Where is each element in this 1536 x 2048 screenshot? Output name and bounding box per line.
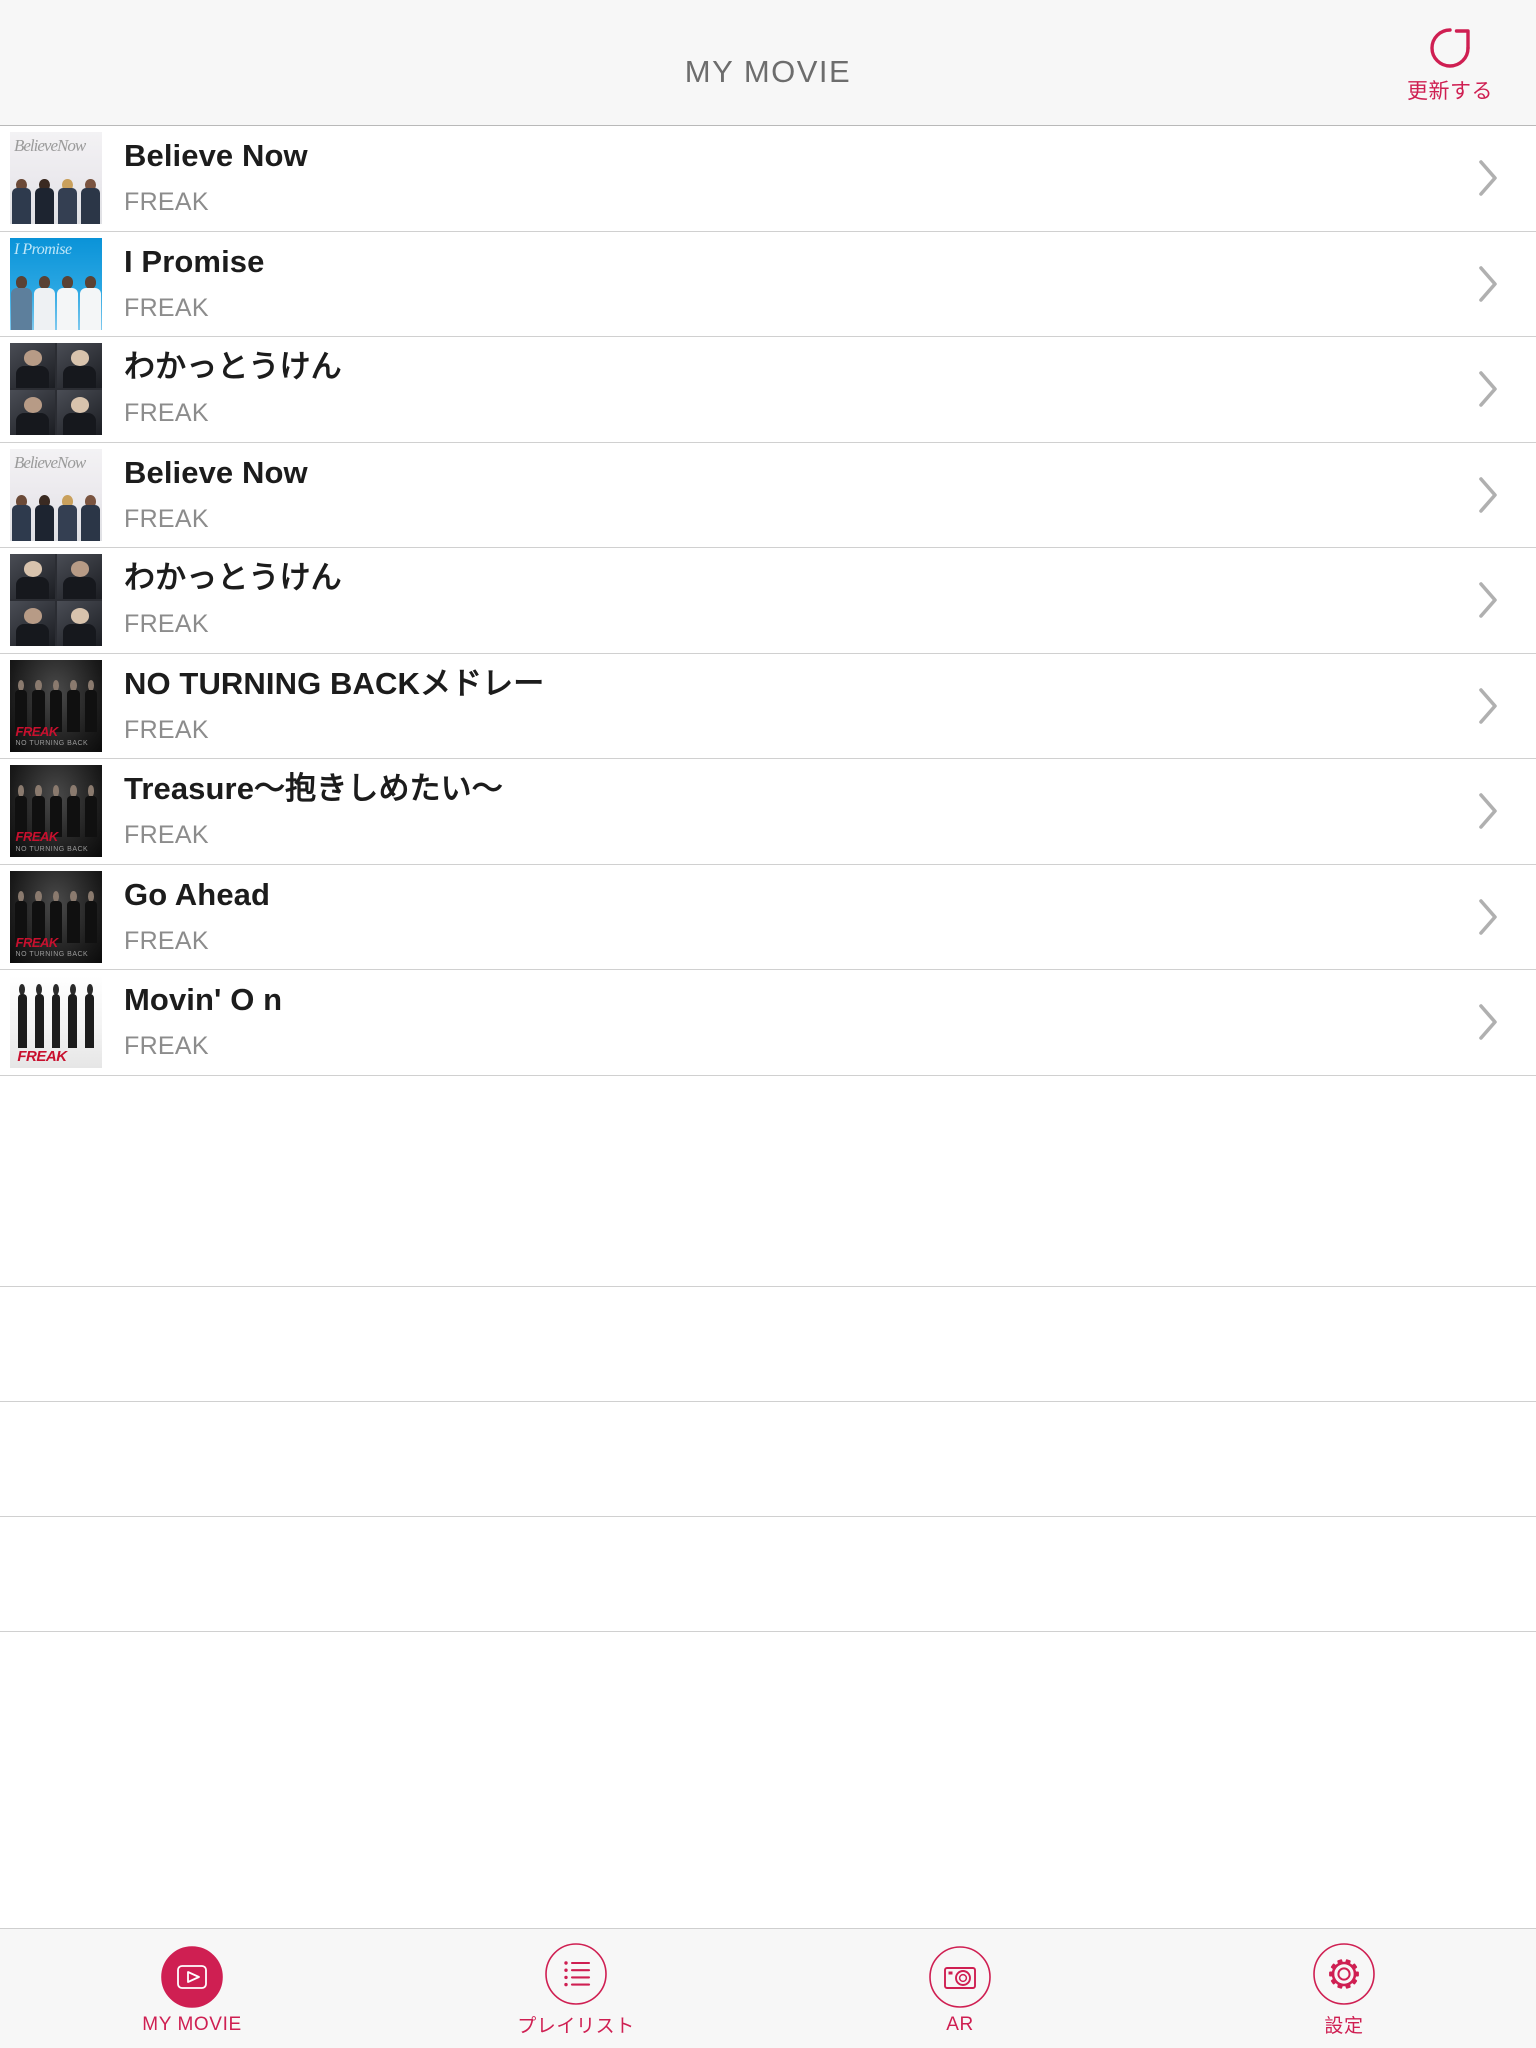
album-thumbnail: FREAK — [10, 976, 102, 1069]
album-thumbnail: FREAK NO TURNING BACK — [10, 765, 102, 858]
tab-label: 設定 — [1324, 2016, 1364, 2037]
list-item-title: Treasure〜抱きしめたい〜 — [124, 771, 503, 807]
movie-list[interactable]: BelieveNow Believe Now FREAK I Promise I Pro… — [0, 126, 1536, 1928]
list-item-text: I Promise FREAK — [124, 243, 1458, 323]
album-thumbnail — [10, 343, 102, 436]
list-item[interactable]: FREAK Movin' O n FREAK — [0, 970, 1536, 1076]
tab-label: MY MOVIE — [142, 2013, 242, 2035]
album-thumbnail: BelieveNow — [10, 132, 102, 225]
list-item-title: I Promise — [124, 243, 265, 279]
chevron-right-icon[interactable] — [1458, 686, 1518, 726]
list-item-title: Go Ahead — [124, 876, 271, 912]
album-thumbnail: FREAK NO TURNING BACK — [10, 659, 102, 752]
list-item-title: Believe Now — [124, 454, 308, 490]
list-item-text: Movin' O n FREAK — [124, 983, 1458, 1061]
list-item-empty — [0, 1171, 1536, 1287]
list-item[interactable]: I Promise I Promise FREAK — [0, 231, 1536, 337]
list-item-text: Believe Now FREAK — [124, 139, 1458, 217]
list-item-artist: FREAK — [124, 821, 209, 850]
list-item-artist: FREAK — [124, 715, 209, 744]
list-item[interactable]: わかっとうけん FREAK — [0, 337, 1536, 443]
list-item-artist: FREAK — [124, 610, 209, 639]
list-item-text: NO TURNING BACKメドレー FREAK — [124, 665, 1458, 745]
album-art-caption: FREAK — [15, 723, 59, 739]
list-item-text: Treasure〜抱きしめたい〜 FREAK — [124, 772, 1458, 850]
list-item-artist: FREAK — [124, 926, 209, 955]
list-item-text: わかっとうけん FREAK — [124, 350, 1458, 428]
playlist-icon — [545, 1943, 607, 2005]
album-art-movin-on: FREAK — [10, 976, 102, 1069]
list-item[interactable]: FREAK NO TURNING BACK Treasure〜抱きしめたい〜 FREA… — [0, 759, 1536, 865]
list-item[interactable]: BelieveNow Believe Now FREAK — [0, 442, 1536, 548]
refresh-button[interactable]: 更新する — [1398, 22, 1502, 105]
refresh-icon — [1424, 22, 1476, 74]
list-item-artist: FREAK — [124, 399, 209, 428]
play-circle-icon — [161, 1945, 223, 2008]
album-art-believe-now: BelieveNow — [10, 448, 102, 541]
album-thumbnail — [10, 554, 102, 647]
album-art-wakattouken — [10, 343, 102, 436]
list-item-artist: FREAK — [124, 293, 209, 322]
list-item-title: NO TURNING BACKメドレー — [124, 665, 545, 701]
album-art-subcaption: NO TURNING BACK — [15, 951, 89, 959]
list-item-empty — [0, 1286, 1536, 1402]
tab-settings[interactable]: 設定 — [1152, 1929, 1536, 2048]
list-item[interactable]: BelieveNow Believe Now FREAK — [0, 126, 1536, 232]
album-thumbnail: I Promise — [10, 237, 102, 330]
album-art-caption: BelieveNow — [14, 136, 86, 156]
album-art-wakattouken-alt — [10, 554, 102, 647]
tab-label: プレイリスト — [517, 2016, 635, 2037]
app-header: MY MOVIE 更新する — [0, 0, 1536, 126]
list-item-artist: FREAK — [124, 504, 209, 533]
list-item-text: Go Ahead FREAK — [124, 876, 1458, 956]
chevron-right-icon[interactable] — [1458, 1002, 1518, 1042]
gear-icon — [1313, 1943, 1375, 2005]
tab-playlist[interactable]: プレイリスト — [384, 1929, 768, 2048]
album-thumbnail: FREAK NO TURNING BACK — [10, 870, 102, 963]
chevron-right-icon[interactable] — [1458, 475, 1518, 515]
album-art-believe-now: BelieveNow — [10, 132, 102, 225]
album-art-caption: FREAK — [15, 829, 59, 845]
list-item[interactable]: FREAK NO TURNING BACK NO TURNING BACKメドレー F… — [0, 653, 1536, 759]
album-art-subcaption: NO TURNING BACK — [15, 845, 89, 853]
album-art-caption: FREAK — [17, 1047, 67, 1065]
chevron-right-icon[interactable] — [1458, 369, 1518, 409]
chevron-right-icon[interactable] — [1458, 897, 1518, 937]
app-root: MY MOVIE 更新する BelieveNow Believe Now FREAK… — [0, 0, 1536, 2048]
list-item-title: Believe Now — [124, 138, 308, 174]
album-art-caption: BelieveNow — [14, 452, 86, 472]
list-item-title: Movin' O n — [124, 982, 283, 1018]
list-item[interactable]: FREAK NO TURNING BACK Go Ahead FREAK — [0, 864, 1536, 970]
chevron-right-icon[interactable] — [1458, 580, 1518, 620]
list-item-artist: FREAK — [124, 1032, 209, 1061]
album-art-no-turning-back: FREAK NO TURNING BACK — [10, 765, 102, 858]
tab-label: AR — [946, 2013, 974, 2035]
tab-ar[interactable]: AR — [768, 1929, 1152, 2048]
album-art-no-turning-back: FREAK NO TURNING BACK — [10, 659, 102, 752]
list-item-title: わかっとうけん — [124, 560, 342, 596]
list-item-text: わかっとうけん FREAK — [124, 561, 1458, 639]
album-art-caption: FREAK — [15, 934, 59, 950]
refresh-button-label: 更新する — [1407, 80, 1493, 103]
album-art-caption: I Promise — [14, 240, 72, 258]
page-title: MY MOVIE — [684, 54, 852, 89]
album-art-i-promise: I Promise — [10, 237, 102, 330]
album-thumbnail: BelieveNow — [10, 448, 102, 541]
album-art-subcaption: NO TURNING BACK — [15, 740, 89, 748]
list-item-empty — [0, 1516, 1536, 1632]
camera-icon — [929, 1945, 991, 2008]
list-item-empty — [0, 1401, 1536, 1517]
list-spacer — [0, 1075, 1536, 1172]
chevron-right-icon[interactable] — [1458, 158, 1518, 198]
tab-my-movie[interactable]: MY MOVIE — [0, 1929, 384, 2048]
chevron-right-icon[interactable] — [1458, 264, 1518, 304]
album-art-no-turning-back: FREAK NO TURNING BACK — [10, 870, 102, 963]
list-item-title: わかっとうけん — [124, 349, 342, 385]
list-item-artist: FREAK — [124, 188, 209, 217]
list-item[interactable]: わかっとうけん FREAK — [0, 548, 1536, 654]
bottom-tab-bar[interactable]: MY MOVIE プレイリスト AR 設定 — [0, 1928, 1536, 2048]
list-item-text: Believe Now FREAK — [124, 454, 1458, 534]
chevron-right-icon[interactable] — [1458, 791, 1518, 831]
